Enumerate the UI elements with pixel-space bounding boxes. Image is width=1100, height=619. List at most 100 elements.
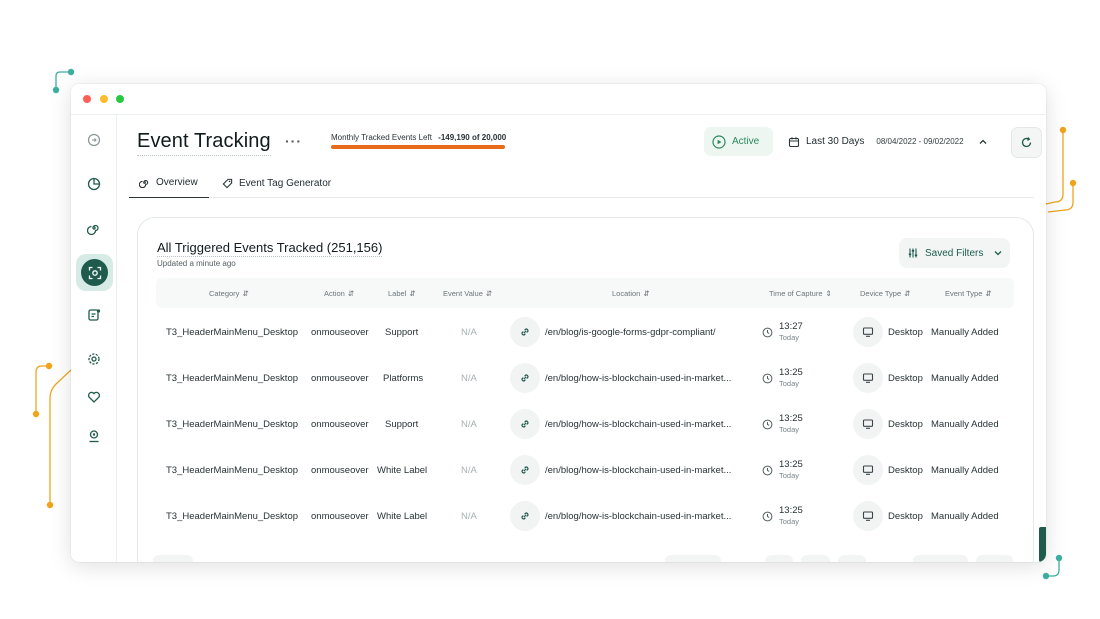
capture-day: Today — [779, 425, 800, 434]
pagination-go-to[interactable] — [913, 555, 968, 562]
column-header-time-of-capture[interactable]: Time of Capture ⇕ — [769, 278, 832, 308]
minimize-window-button[interactable] — [100, 95, 108, 103]
time-of-capture-cell: 13:25 Today — [762, 447, 803, 493]
chevron-up-icon — [979, 139, 987, 144]
location-cell: /en/blog/how-is-blockchain-used-in-marke… — [545, 464, 732, 476]
event-type-cell: Manually Added — [931, 510, 999, 522]
device-type-cell: Desktop — [888, 510, 923, 522]
table-header: Category ⇵ Action ⇵ Label ⇵ Event Value ⇵ Lo… — [156, 278, 1014, 308]
device-icon-badge — [853, 409, 883, 439]
saved-filters-button[interactable]: Saved Filters — [899, 238, 1010, 268]
status-active-button[interactable]: Active — [704, 127, 773, 156]
user-badge-icon — [89, 430, 99, 443]
monitor-icon — [862, 327, 874, 337]
event-value-cell: N/A — [461, 372, 477, 384]
more-options-button[interactable]: ··· — [285, 133, 302, 149]
pagination-page-size[interactable] — [153, 555, 193, 562]
location-link-button[interactable] — [510, 317, 540, 347]
clock-icon — [762, 373, 773, 383]
maximize-window-button[interactable] — [116, 95, 124, 103]
sort-icon: ⇵ — [985, 288, 992, 298]
chevron-down-icon — [994, 251, 1002, 256]
table-row[interactable]: T3_HeaderMainMenu_Desktop onmouseover Su… — [156, 401, 1014, 447]
date-range-dates: 08/04/2022 - 09/02/2022 — [876, 137, 964, 146]
device-icon-badge — [853, 363, 883, 393]
pagination-last-button[interactable] — [976, 555, 1013, 562]
category-cell: T3_HeaderMainMenu_Desktop — [166, 510, 299, 522]
column-header-label[interactable]: Label ⇵ — [388, 278, 416, 308]
pagination-next-button[interactable] — [838, 555, 866, 562]
event-type-cell: Manually Added — [931, 418, 999, 430]
sidebar-item-tracking[interactable] — [80, 214, 108, 242]
calendar-icon — [788, 136, 800, 147]
column-header-location[interactable]: Location ⇵ — [612, 278, 650, 308]
device-icon-badge — [853, 501, 883, 531]
monthly-quota: Monthly Tracked Events Left -149,190 of … — [331, 133, 507, 149]
sort-icon: ⇵ — [347, 288, 355, 298]
location-link-button[interactable] — [510, 409, 540, 439]
quota-value: -149,190 of 20,000 — [438, 133, 507, 142]
sort-icon: ⇵ — [409, 288, 416, 298]
pie-chart-icon — [87, 177, 101, 191]
tag-icon — [222, 178, 233, 188]
clock-icon — [762, 465, 773, 475]
saved-filters-label: Saved Filters — [925, 247, 984, 259]
sidebar-item-event-tracking[interactable] — [76, 254, 113, 291]
location-cell: /en/blog/how-is-blockchain-used-in-marke… — [545, 418, 732, 430]
event-value-cell: N/A — [461, 464, 477, 476]
monitor-icon — [862, 419, 874, 429]
device-icon-badge — [853, 317, 883, 347]
sliders-icon — [908, 248, 918, 258]
close-window-button[interactable] — [83, 95, 91, 103]
link-icon — [521, 466, 529, 474]
device-icon-badge — [853, 455, 883, 485]
page-title: Event Tracking — [137, 130, 271, 156]
sidebar-item-favorites[interactable] — [80, 383, 108, 411]
column-header-event-type[interactable]: Event Type ⇵ — [945, 278, 992, 308]
date-range-picker[interactable]: Last 30 Days 08/04/2022 - 09/02/2022 — [782, 127, 1009, 156]
sidebar-item-reports[interactable] — [80, 301, 108, 329]
card-title: All Triggered Events Tracked (251,156) — [157, 240, 383, 257]
category-cell: T3_HeaderMainMenu_Desktop — [166, 326, 299, 338]
column-header-category[interactable]: Category ⇵ — [209, 278, 249, 308]
quota-progress-bar — [331, 145, 505, 149]
pagination-prev-button[interactable] — [765, 555, 793, 562]
capture-time: 13:25 — [779, 367, 803, 378]
table-row[interactable]: T3_HeaderMainMenu_Desktop onmouseover Wh… — [156, 447, 1014, 493]
label-cell: White Label — [377, 510, 428, 522]
sidebar-item-home[interactable] — [80, 126, 108, 154]
feedback-tab[interactable] — [1039, 527, 1046, 562]
spiral-icon — [87, 224, 99, 235]
column-header-action[interactable]: Action ⇵ — [324, 278, 354, 308]
refresh-button[interactable] — [1011, 127, 1042, 158]
column-header-device-type[interactable]: Device Type ⇵ — [860, 278, 910, 308]
clock-icon — [762, 327, 773, 337]
table-row[interactable]: T3_HeaderMainMenu_Desktop onmouseover Su… — [156, 309, 1014, 355]
sidebar-item-analytics[interactable] — [80, 170, 108, 198]
pagination-page-button[interactable] — [801, 555, 830, 562]
tab-event-tag-generator[interactable]: Event Tag Generator — [212, 168, 341, 198]
link-icon — [521, 512, 529, 520]
refresh-icon — [1021, 137, 1032, 148]
table-row[interactable]: T3_HeaderMainMenu_Desktop onmouseover Pl… — [156, 355, 1014, 401]
location-cell: /en/blog/how-is-blockchain-used-in-marke… — [545, 510, 732, 522]
location-link-button[interactable] — [510, 363, 540, 393]
tab-overview[interactable]: Overview — [129, 168, 209, 198]
label-cell: Platforms — [383, 372, 424, 384]
column-header-event-value[interactable]: Event Value ⇵ — [443, 278, 492, 308]
pagination-info — [665, 555, 721, 562]
event-value-cell: N/A — [461, 326, 477, 338]
location-cell: /en/blog/how-is-blockchain-used-in-marke… — [545, 372, 732, 384]
location-link-button[interactable] — [510, 455, 540, 485]
location-link-button[interactable] — [510, 501, 540, 531]
label-cell: Support — [385, 326, 419, 338]
sort-icon: ⇵ — [904, 288, 911, 298]
events-card: All Triggered Events Tracked (251,156) U… — [137, 217, 1034, 562]
window-titlebar — [71, 84, 1046, 115]
table-row[interactable]: T3_HeaderMainMenu_Desktop onmouseover Wh… — [156, 493, 1014, 539]
capture-day: Today — [779, 379, 800, 388]
sidebar-item-settings[interactable] — [80, 345, 108, 373]
main-content: Event Tracking ··· Monthly Tracked Event… — [117, 115, 1046, 562]
location-cell: /en/blog/is-google-forms-gdpr-compliant/ — [545, 326, 716, 338]
sidebar-item-account[interactable] — [80, 422, 108, 450]
